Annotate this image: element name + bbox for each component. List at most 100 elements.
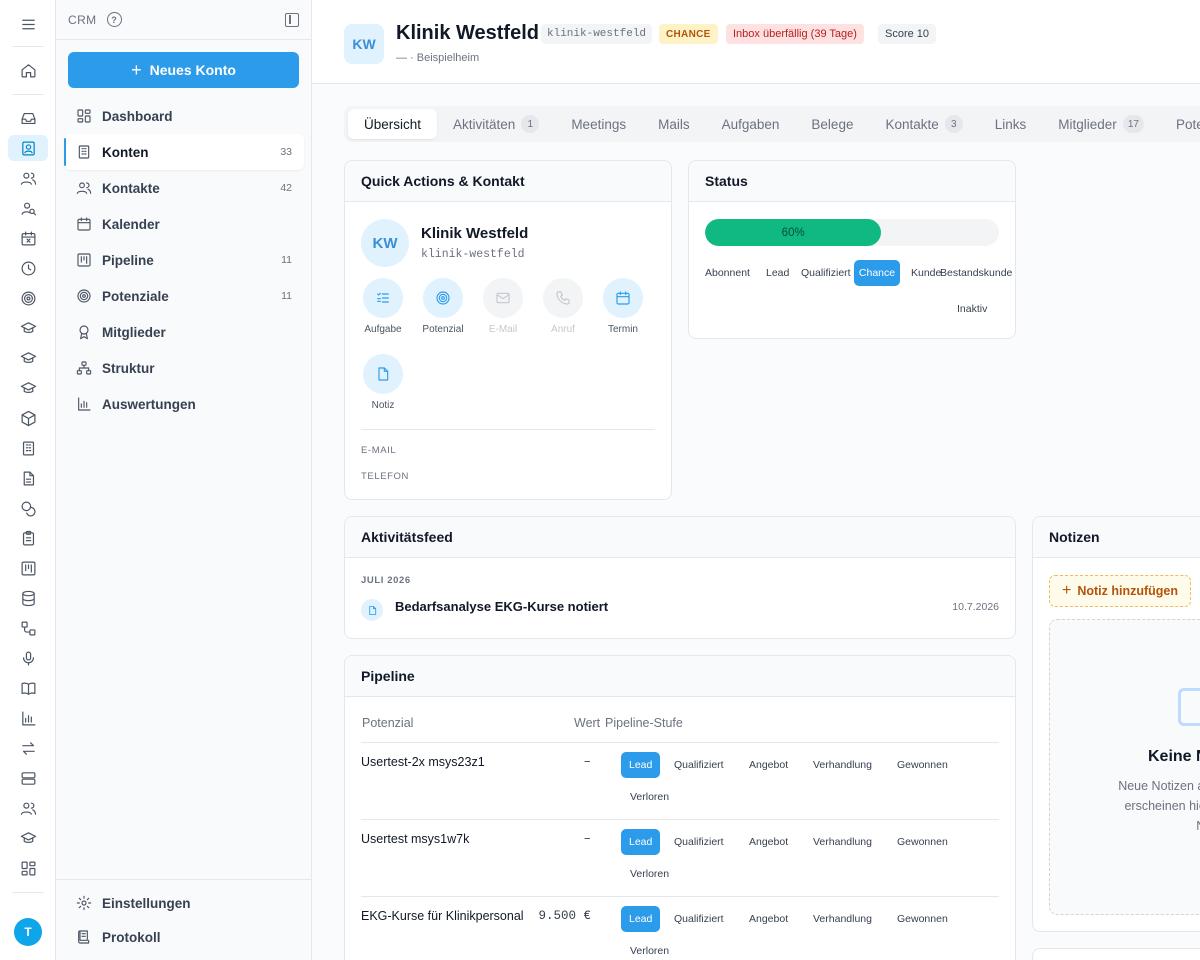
tab-mitglieder[interactable]: Mitglieder 17 — [1042, 109, 1160, 139]
sidebar-nav: Dashboard Konten 33 Kontakte 42 Kalender… — [64, 98, 304, 422]
stage-lead[interactable]: Lead — [621, 906, 661, 932]
database-icon[interactable] — [8, 585, 48, 611]
document-icon[interactable] — [8, 465, 48, 491]
sidebar-item-protokoll[interactable]: Protokoll — [64, 920, 304, 954]
tab-meetings[interactable]: Meetings — [555, 109, 642, 139]
stage-qualifiziert[interactable]: Qualifiziert — [674, 906, 724, 932]
potential-name[interactable]: EKG-Kurse für Klinikpersonal — [361, 909, 524, 923]
microphone-icon[interactable] — [8, 645, 48, 671]
potential-name[interactable]: Usertest msys1w7k — [361, 832, 469, 846]
rail-divider — [12, 46, 44, 47]
activity-title[interactable]: Bedarfsanalyse EKG-Kurse notiert — [395, 599, 608, 614]
table-row[interactable]: EKG-Kurse für Klinikpersonal 9.500 € Lea… — [361, 896, 999, 960]
stage-verhandlung[interactable]: Verhandlung — [813, 752, 872, 778]
stage-verloren[interactable]: Verloren — [630, 861, 669, 887]
graduation-cap-icon[interactable] — [8, 315, 48, 341]
stage-angebot[interactable]: Angebot — [749, 906, 788, 932]
help-circle-icon[interactable]: ? — [106, 12, 122, 27]
building-icon — [78, 145, 90, 159]
action-aufgabe-button[interactable]: Aufgabe — [353, 278, 413, 335]
tab-belege[interactable]: Belege — [795, 109, 869, 139]
clipboard-icon[interactable] — [8, 525, 48, 551]
table-row[interactable]: Usertest msys1w7k – Lead Qualifiziert An… — [361, 819, 999, 896]
stage-inaktiv[interactable]: Inaktiv — [957, 296, 987, 322]
new-account-button[interactable]: + Neues Konto — [68, 52, 299, 88]
stage-verloren[interactable]: Verloren — [630, 784, 669, 810]
contact-card-icon[interactable] — [8, 135, 48, 161]
sidebar-item-potenziale[interactable]: Potenziale 11 — [64, 278, 304, 314]
notes-empty-state: Keine N Neue Notizen aus d erscheinen hi… — [1049, 619, 1200, 915]
calendar-x-icon[interactable] — [8, 225, 48, 251]
kanban-icon[interactable] — [8, 555, 48, 581]
stage-gewonnen[interactable]: Gewonnen — [897, 752, 948, 778]
stage-gewonnen[interactable]: Gewonnen — [897, 829, 948, 855]
home-icon[interactable] — [8, 57, 48, 83]
building-icon[interactable] — [8, 435, 48, 461]
avatar: KW — [361, 219, 409, 267]
stage-lead[interactable]: Lead — [766, 260, 789, 286]
account-subtitle: — · Beispielheim — [396, 52, 480, 64]
coins-icon[interactable] — [8, 495, 48, 521]
action-email-button[interactable]: E-Mail — [473, 278, 533, 335]
user-avatar[interactable]: T — [14, 918, 42, 946]
action-potenzial-button[interactable]: Potenzial — [413, 278, 473, 335]
sidebar-item-kontakte[interactable]: Kontakte 42 — [64, 170, 304, 206]
stage-verhandlung[interactable]: Verhandlung — [813, 829, 872, 855]
stage-abonnent[interactable]: Abonnent — [705, 260, 750, 286]
arrows-swap-icon[interactable] — [8, 735, 48, 761]
menu-icon[interactable] — [8, 11, 48, 37]
stage-kunde[interactable]: Kunde — [911, 260, 941, 286]
tab-potenziale[interactable]: Pote — [1160, 109, 1200, 139]
user-search-icon[interactable] — [8, 195, 48, 221]
stage-lead[interactable]: Lead — [621, 829, 661, 855]
column-header-stufe: Pipeline-Stufe — [605, 716, 683, 730]
sidebar-item-kalender[interactable]: Kalender — [64, 206, 304, 242]
clock-icon[interactable] — [8, 255, 48, 281]
potential-name[interactable]: Usertest-2x msys23z1 — [361, 755, 485, 769]
tab-kontakte[interactable]: Kontakte 3 — [869, 109, 978, 139]
bar-chart-icon[interactable] — [8, 705, 48, 731]
sidebar-item-struktur[interactable]: Struktur — [64, 350, 304, 386]
tab-uebersicht[interactable]: Übersicht — [348, 109, 438, 139]
graduation-cap-icon[interactable] — [8, 825, 48, 851]
stage-lead[interactable]: Lead — [621, 752, 661, 778]
sidebar-collapse-icon[interactable] — [285, 12, 299, 27]
stage-bestandskunde[interactable]: Bestandskunde — [940, 260, 1012, 286]
sidebar-item-pipeline[interactable]: Pipeline 11 — [64, 242, 304, 278]
graduation-cap-icon[interactable] — [8, 345, 48, 371]
table-row[interactable]: Usertest-2x msys23z1 – Lead Qualifiziert… — [361, 742, 999, 819]
tab-mails[interactable]: Mails — [642, 109, 706, 139]
stage-gewonnen[interactable]: Gewonnen — [897, 906, 948, 932]
add-note-button[interactable]: + Notiz hinzufügen — [1049, 575, 1192, 607]
tab-aktivitaeten[interactable]: Aktivitäten 1 — [437, 109, 555, 139]
graduation-cap-icon[interactable] — [8, 375, 48, 401]
stage-verhandlung[interactable]: Verhandlung — [813, 906, 872, 932]
stage-verloren[interactable]: Verloren — [630, 938, 669, 960]
sidebar-item-auswertungen[interactable]: Auswertungen — [64, 386, 304, 422]
stage-chance[interactable]: Chance — [854, 260, 900, 286]
sidebar-item-einstellungen[interactable]: Einstellungen — [64, 886, 304, 920]
sidebar-item-konten[interactable]: Konten 33 — [64, 134, 304, 170]
stage-qualifiziert[interactable]: Qualifiziert — [674, 829, 724, 855]
action-termin-button[interactable]: Termin — [593, 278, 653, 335]
stage-angebot[interactable]: Angebot — [749, 752, 788, 778]
action-notiz-button[interactable]: Notiz — [353, 354, 413, 411]
target-icon[interactable] — [8, 285, 48, 311]
stage-angebot[interactable]: Angebot — [749, 829, 788, 855]
workflow-icon[interactable] — [8, 615, 48, 641]
package-icon[interactable] — [8, 405, 48, 431]
tab-aufgaben[interactable]: Aufgaben — [706, 109, 796, 139]
server-icon[interactable] — [8, 765, 48, 791]
dashboard-icon[interactable] — [8, 855, 48, 881]
stage-qualifiziert[interactable]: Qualifiziert — [674, 752, 724, 778]
users-icon[interactable] — [8, 795, 48, 821]
book-icon[interactable] — [8, 675, 48, 701]
inbox-icon[interactable] — [8, 105, 48, 131]
stage-qualifiziert[interactable]: Qualifiziert — [801, 260, 851, 286]
users-icon[interactable] — [8, 165, 48, 191]
tab-label: Pote — [1175, 116, 1200, 132]
sidebar-item-dashboard[interactable]: Dashboard — [64, 98, 304, 134]
tab-links[interactable]: Links — [979, 109, 1043, 139]
action-anruf-button[interactable]: Anruf — [533, 278, 593, 335]
sidebar-item-mitglieder[interactable]: Mitglieder — [64, 314, 304, 350]
